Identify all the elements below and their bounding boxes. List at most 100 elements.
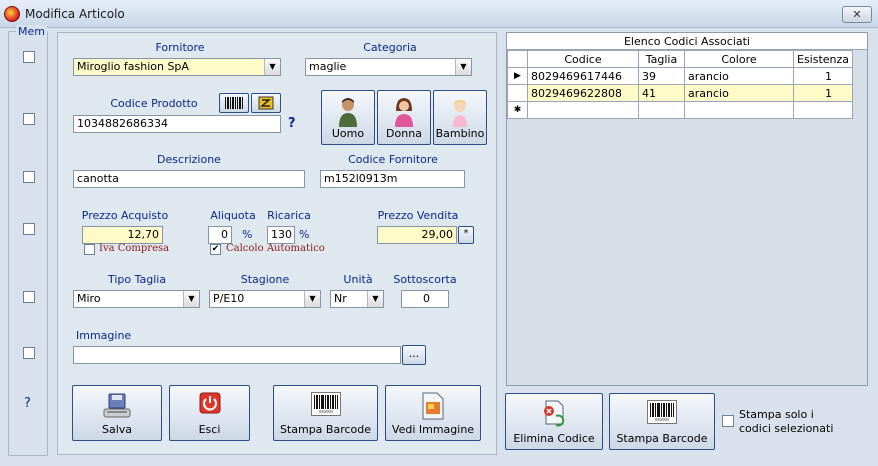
table-row[interactable]: 8029469622808 41 arancio 1: [507, 84, 854, 102]
cell-colore[interactable]: arancio: [684, 84, 794, 102]
vedi-immagine-label: Vedi Immagine: [391, 423, 475, 436]
child-icon: [453, 100, 467, 127]
stampa-solo-checkbox[interactable]: [722, 415, 734, 427]
vedi-immagine-button[interactable]: Vedi Immagine: [385, 385, 481, 441]
iva-compresa-checkbox[interactable]: [84, 244, 95, 255]
stampa-barcode-right-button[interactable]: Stampa Barcode: [609, 393, 715, 450]
cell-empty[interactable]: [638, 101, 685, 119]
new-row-marker[interactable]: ✱: [507, 101, 528, 119]
column-header-colore[interactable]: Colore: [684, 50, 794, 68]
unita-label: Unità: [343, 273, 373, 286]
row-header-corner: [507, 50, 528, 68]
chevron-down-icon: ▼: [455, 59, 471, 75]
table-row[interactable]: ▶ 8029469617446 39 arancio 1: [507, 67, 854, 85]
prezzo-acquisto-label: Prezzo Acquisto: [81, 209, 169, 222]
aliquota-percent: %: [242, 228, 253, 241]
stampa-solo-label-1: Stampa solo i: [739, 408, 814, 421]
tipo-taglia-value: Miro: [77, 292, 101, 305]
stampa-barcode-label: Stampa Barcode: [279, 423, 372, 436]
column-header-taglia[interactable]: Taglia: [638, 50, 685, 68]
stagione-select[interactable]: P/E10 ▼: [209, 290, 321, 308]
aliquota-input[interactable]: 0: [208, 226, 232, 244]
donna-button[interactable]: Donna: [377, 90, 431, 145]
uomo-label: Uomo: [331, 127, 365, 140]
codice-fornitore-input[interactable]: m152l0913m: [320, 170, 465, 188]
row-marker[interactable]: ▶: [507, 67, 528, 85]
mem-checkbox-3[interactable]: [23, 171, 35, 183]
ricarica-input[interactable]: 130: [267, 226, 295, 244]
fornitore-value: Miroglio fashion SpA: [77, 60, 189, 73]
unita-value: Nr: [334, 292, 347, 305]
cell-esistenza[interactable]: 1: [792, 84, 854, 102]
stampa-barcode-button[interactable]: Stampa Barcode: [273, 385, 378, 441]
mem-checkbox-4[interactable]: [23, 223, 35, 235]
barcode-scan-button[interactable]: [219, 93, 249, 113]
categoria-select[interactable]: maglie ▼: [305, 58, 472, 76]
codice-prodotto-label: Codice Prodotto: [110, 97, 198, 110]
mem-checkbox-2[interactable]: [23, 113, 35, 125]
image-file-icon: [422, 392, 444, 420]
cell-empty[interactable]: [527, 101, 639, 119]
ricarica-label: Ricarica: [267, 209, 311, 222]
bambino-button[interactable]: Bambino: [433, 90, 487, 145]
chevron-down-icon: ▼: [264, 59, 280, 75]
row-marker[interactable]: [507, 84, 528, 102]
mem-frame: [8, 31, 48, 456]
cell-codice[interactable]: 8029469617446: [527, 67, 639, 85]
mem-help-icon[interactable]: ?: [24, 396, 31, 411]
chevron-down-icon: ▼: [183, 291, 199, 307]
chevron-down-icon: ▼: [304, 291, 320, 307]
calcolo-automatico-checkbox[interactable]: ✔: [210, 244, 221, 255]
stampa-barcode-right-label: Stampa Barcode: [616, 432, 708, 445]
iva-compresa-label: Iva Compresa: [99, 243, 170, 254]
immagine-input[interactable]: [73, 346, 401, 364]
cell-taglia[interactable]: 39: [638, 67, 685, 85]
esci-button[interactable]: Esci: [169, 385, 250, 441]
prezzo-acquisto-input[interactable]: 12,70: [82, 226, 163, 244]
window-title: Modifica Articolo: [25, 7, 125, 21]
tipo-taglia-select[interactable]: Miro ▼: [73, 290, 200, 308]
prezzo-vendita-label: Prezzo Vendita: [377, 209, 459, 222]
woman-icon: [395, 98, 413, 127]
cell-colore[interactable]: arancio: [684, 67, 794, 85]
descrizione-label: Descrizione: [157, 153, 221, 166]
barcode-generate-button[interactable]: [251, 93, 281, 113]
calcolo-automatico-label: Calcolo Automatico: [226, 243, 325, 254]
prezzo-vendita-input[interactable]: 29,00: [377, 226, 457, 244]
cell-codice[interactable]: 8029469622808: [527, 84, 639, 102]
cell-empty[interactable]: [684, 101, 794, 119]
cell-empty[interactable]: [792, 101, 854, 119]
sottoscorta-label: Sottoscorta: [393, 273, 457, 286]
column-header-esistenza[interactable]: Esistenza: [792, 50, 854, 68]
barcode-icon: [225, 97, 243, 109]
prezzo-vendita-calc-button[interactable]: *: [458, 226, 474, 244]
barcode-print-icon: [647, 400, 677, 424]
aliquota-label: Aliquota: [210, 209, 256, 222]
categoria-label: Categoria: [363, 41, 417, 54]
grid-caption: Elenco Codici Associati: [507, 33, 867, 50]
elimina-codice-button[interactable]: Elimina Codice: [505, 393, 603, 450]
mem-checkbox-1[interactable]: [23, 51, 35, 63]
uomo-button[interactable]: Uomo: [321, 90, 375, 145]
codici-table: Codice Taglia Colore Esistenza ▶ 8029469…: [507, 50, 854, 119]
close-button[interactable]: ✕: [842, 6, 872, 23]
descrizione-input[interactable]: canotta: [73, 170, 305, 188]
cell-taglia[interactable]: 41: [638, 84, 685, 102]
unita-select[interactable]: Nr ▼: [330, 290, 384, 308]
generate-code-icon: [258, 96, 274, 110]
mem-checkbox-5[interactable]: [23, 291, 35, 303]
salva-label: Salva: [101, 423, 133, 436]
cell-esistenza[interactable]: 1: [792, 67, 854, 85]
column-header-codice[interactable]: Codice: [527, 50, 639, 68]
codice-prodotto-input[interactable]: 1034882686334: [73, 115, 281, 133]
immagine-label: Immagine: [76, 329, 132, 342]
sottoscorta-input[interactable]: 0: [401, 290, 449, 308]
mem-checkbox-6[interactable]: [23, 347, 35, 359]
fornitore-select[interactable]: Miroglio fashion SpA ▼: [73, 58, 281, 76]
save-disk-icon: [103, 393, 131, 418]
salva-button[interactable]: Salva: [72, 385, 162, 441]
new-row[interactable]: ✱: [507, 101, 854, 119]
codice-help-icon[interactable]: ?: [288, 116, 296, 131]
app-icon: [4, 6, 20, 22]
browse-button[interactable]: ...: [402, 345, 426, 365]
